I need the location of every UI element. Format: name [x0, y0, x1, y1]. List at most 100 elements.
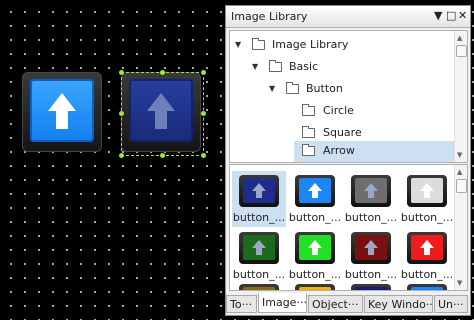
panel-menu-icon[interactable]: ▼ [434, 9, 442, 22]
arrow-up-icon [355, 287, 387, 291]
gallery-item-label: button_... [232, 211, 286, 224]
button-thumbnail [239, 175, 279, 207]
image-gallery: button_... button_... button_... button_...… [229, 164, 468, 291]
scroll-up-icon[interactable]: ▲ [457, 34, 462, 42]
tree-item-label: Image Library [272, 38, 349, 51]
folder-icon [286, 82, 299, 94]
resize-handle-se[interactable] [201, 153, 206, 158]
arrow-up-icon [420, 240, 434, 255]
expand-arrow-icon[interactable]: ▼ [235, 40, 241, 49]
arrow-up-icon [364, 240, 378, 255]
gallery-item[interactable] [288, 280, 342, 291]
button-thumbnail [239, 284, 279, 291]
tab-toolbox[interactable]: To··· [226, 295, 257, 313]
scroll-thumb[interactable] [456, 45, 467, 57]
button-thumbnail [407, 232, 447, 264]
gallery-item-label: button_... [344, 211, 398, 224]
panel-tab-bar: To··· Image··· Object··· Key Windo··· Un… [226, 293, 470, 315]
gallery-item[interactable]: button_... [232, 171, 286, 227]
thumbnail-face [243, 178, 275, 203]
tree-item-image-library[interactable]: ▼ Image Library [230, 35, 454, 57]
arrow-up-icon [308, 183, 322, 198]
button-thumbnail [295, 232, 335, 264]
arrow-up-icon [299, 287, 331, 291]
gallery-item[interactable]: button_... [400, 228, 454, 284]
tree-item-arrow[interactable]: Arrow [294, 141, 454, 162]
resize-handle-nw[interactable] [119, 70, 124, 75]
panel-title-bar[interactable]: Image Library ▼ □ ✕ [226, 6, 470, 28]
gallery-item[interactable]: button_... [344, 171, 398, 227]
arrow-up-icon [252, 183, 266, 198]
gallery-item[interactable]: button_... [288, 171, 342, 227]
resize-handle-ne[interactable] [201, 70, 206, 75]
button-thumbnail [295, 284, 335, 291]
resize-handle-sw[interactable] [119, 153, 124, 158]
gallery-scrollbar[interactable]: ▲ ▼ [454, 165, 467, 290]
arrow-up-icon [364, 183, 378, 198]
selection-box[interactable] [119, 70, 206, 158]
thumbnail-face [243, 235, 275, 260]
gallery-item[interactable] [344, 280, 398, 291]
folder-icon [302, 104, 315, 116]
tree-item-label: Arrow [323, 144, 355, 157]
arrow-up-icon [48, 93, 76, 129]
gallery-item[interactable] [232, 280, 286, 291]
tab-un[interactable]: Un··· [434, 295, 468, 313]
tree-item-circle[interactable]: Circle [230, 101, 454, 123]
tab-image-library[interactable]: Image··· [258, 293, 307, 313]
scroll-thumb[interactable] [456, 179, 467, 193]
thumbnail-face [411, 178, 443, 203]
tab-key-window[interactable]: Key Windo··· [364, 295, 433, 313]
thumbnail-face [299, 178, 331, 203]
arrow-up-icon [420, 183, 434, 198]
button-thumbnail [295, 175, 335, 207]
gallery-item[interactable]: button_... [400, 171, 454, 227]
tab-object[interactable]: Object··· [308, 295, 363, 313]
thumbnail-face [243, 287, 275, 291]
image-library-panel: Image Library ▼ □ ✕ ▼ Image Library ▼ Ba… [225, 5, 471, 316]
resize-handle-n[interactable] [160, 70, 165, 75]
tree-item-button[interactable]: ▼ Button [230, 79, 454, 101]
resize-handle-s[interactable] [160, 153, 165, 158]
arrow-up-icon [252, 240, 266, 255]
tree-item-label: Circle [323, 104, 354, 117]
expand-arrow-icon[interactable]: ▼ [269, 84, 275, 93]
folder-icon [269, 60, 282, 72]
button-thumbnail [351, 284, 391, 291]
gallery-item[interactable]: button_... [344, 228, 398, 284]
button-thumbnail [407, 284, 447, 291]
thumbnail-face [355, 235, 387, 260]
scroll-down-icon[interactable]: ▼ [457, 279, 462, 287]
gallery-item-label: button_... [288, 211, 342, 224]
button-thumbnail [407, 175, 447, 207]
restore-icon[interactable]: □ [446, 9, 456, 22]
close-icon[interactable]: ✕ [458, 9, 467, 22]
resize-handle-w[interactable] [119, 111, 124, 116]
tree-item-label: Basic [289, 60, 319, 73]
scroll-down-icon[interactable]: ▼ [457, 151, 462, 159]
thumbnail-face [355, 178, 387, 203]
expand-arrow-icon[interactable]: ▼ [252, 62, 258, 71]
gallery-item[interactable]: button_... [288, 228, 342, 284]
gallery-item[interactable]: button_... [232, 228, 286, 284]
thumbnail-face [299, 235, 331, 260]
library-tree: ▼ Image Library ▼ Basic ▼ Button Circle … [229, 30, 468, 163]
thumbnail-face [299, 287, 331, 291]
gallery-item[interactable] [400, 280, 454, 291]
resize-handle-e[interactable] [201, 111, 206, 116]
tree-item-basic[interactable]: ▼ Basic [230, 57, 454, 79]
tree-scrollbar[interactable]: ▲ ▼ [454, 31, 467, 162]
button-thumbnail [351, 232, 391, 264]
thumbnail-face [355, 287, 387, 291]
arrow-up-icon [243, 287, 275, 291]
button-thumbnail [239, 232, 279, 264]
arrow-up-icon [308, 240, 322, 255]
arrow-up-icon [411, 287, 443, 291]
scroll-up-icon[interactable]: ▲ [457, 168, 462, 176]
arrow-button-light-blue[interactable] [22, 72, 102, 152]
folder-icon [302, 144, 315, 156]
thumbnail-face [411, 235, 443, 260]
folder-icon [252, 38, 265, 50]
panel-title: Image Library [231, 10, 308, 23]
tree-item-label: Button [306, 82, 343, 95]
